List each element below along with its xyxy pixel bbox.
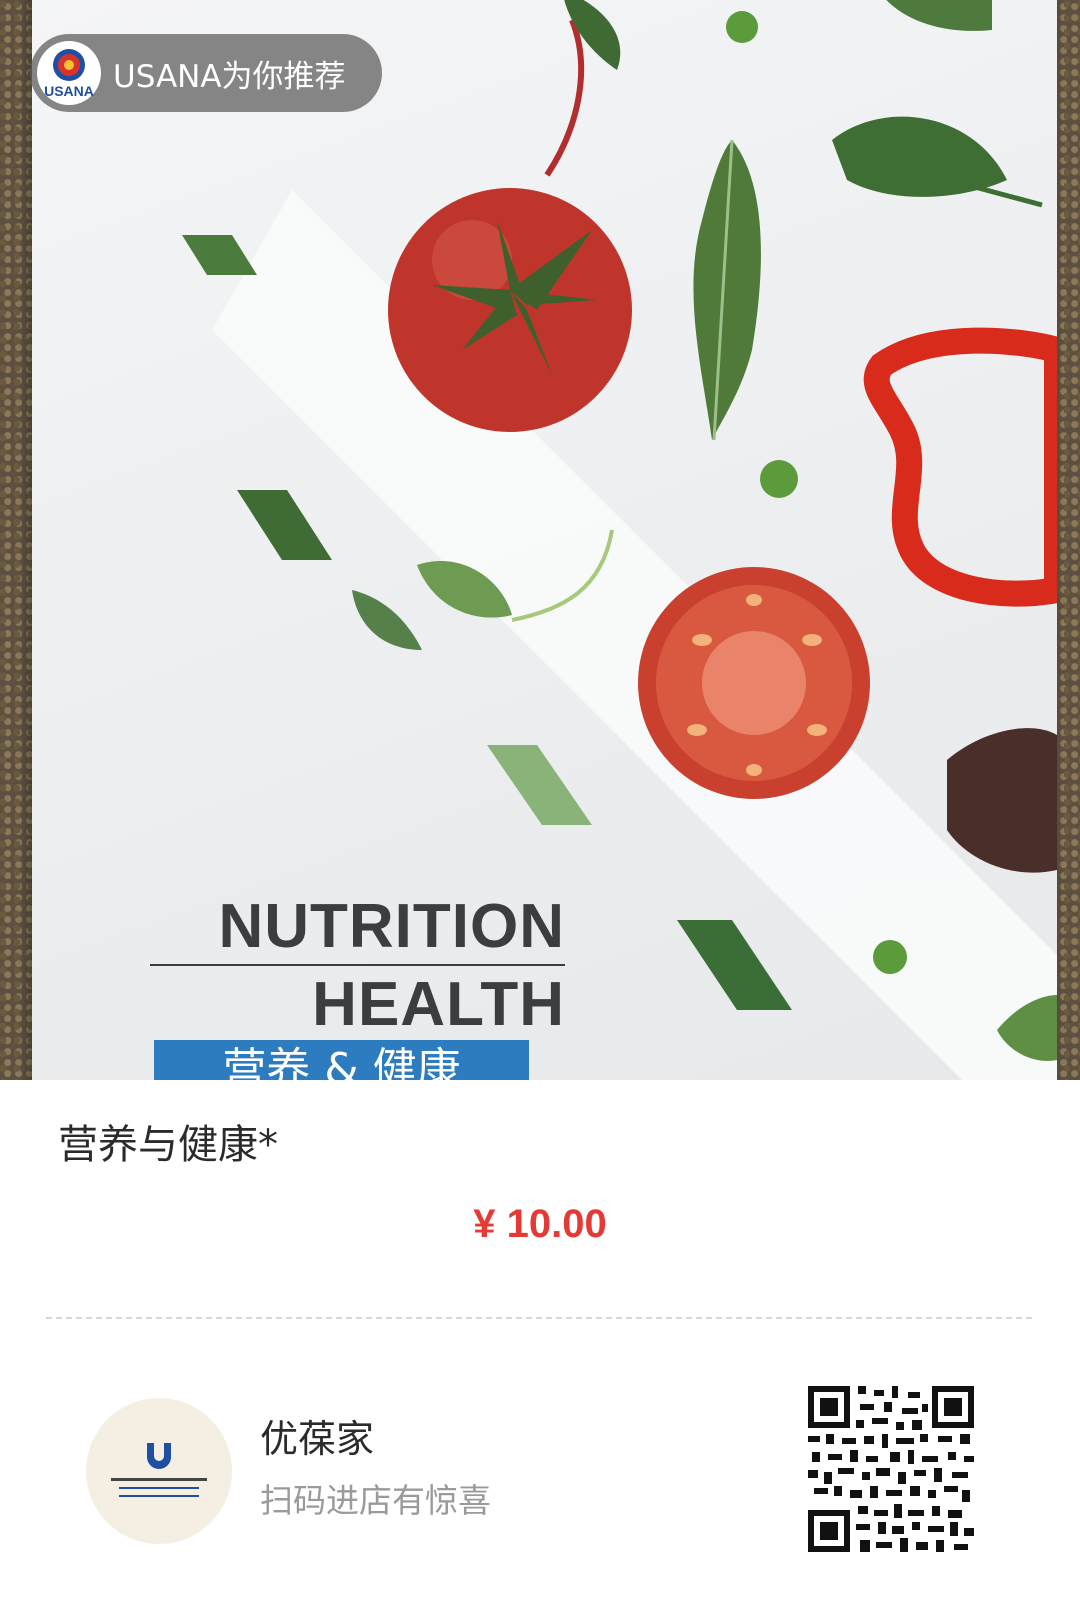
shop-logo-mark: [147, 1442, 171, 1469]
qr-code-icon[interactable]: [808, 1386, 974, 1552]
shop-logo-line: [119, 1494, 199, 1497]
recommend-label: USANA为你推荐: [113, 58, 346, 95]
usana-logo-icon: USANA: [37, 41, 101, 105]
shop-tagline: 扫码进店有惊喜: [260, 1481, 491, 1520]
cover-title-line1: NUTRITION: [218, 892, 565, 961]
shop-logo-line: [111, 1477, 207, 1481]
shop-name[interactable]: 优葆家: [260, 1408, 374, 1463]
recommend-pill[interactable]: USANA USANA为你推荐: [30, 34, 382, 112]
shop-avatar-icon[interactable]: [86, 1398, 232, 1544]
usana-logo-text: USANA: [44, 83, 94, 99]
product-title: 营养与健康*: [58, 1122, 278, 1168]
cover-title-rule: [150, 964, 565, 966]
product-price: ¥ 10.00: [473, 1202, 607, 1246]
shop-logo-line: [119, 1486, 199, 1489]
dashed-divider: [46, 1317, 1032, 1319]
cover-title-line2: HEALTH: [312, 970, 565, 1039]
product-image[interactable]: NUTRITION HEALTH 营养 & 健康 USANA USANA为你推荐: [0, 0, 1080, 1080]
book-cover: NUTRITION HEALTH 营养 & 健康: [32, 0, 1057, 1080]
cover-title: NUTRITION HEALTH: [150, 896, 565, 1036]
cover-band: 营养 & 健康: [154, 1040, 529, 1080]
